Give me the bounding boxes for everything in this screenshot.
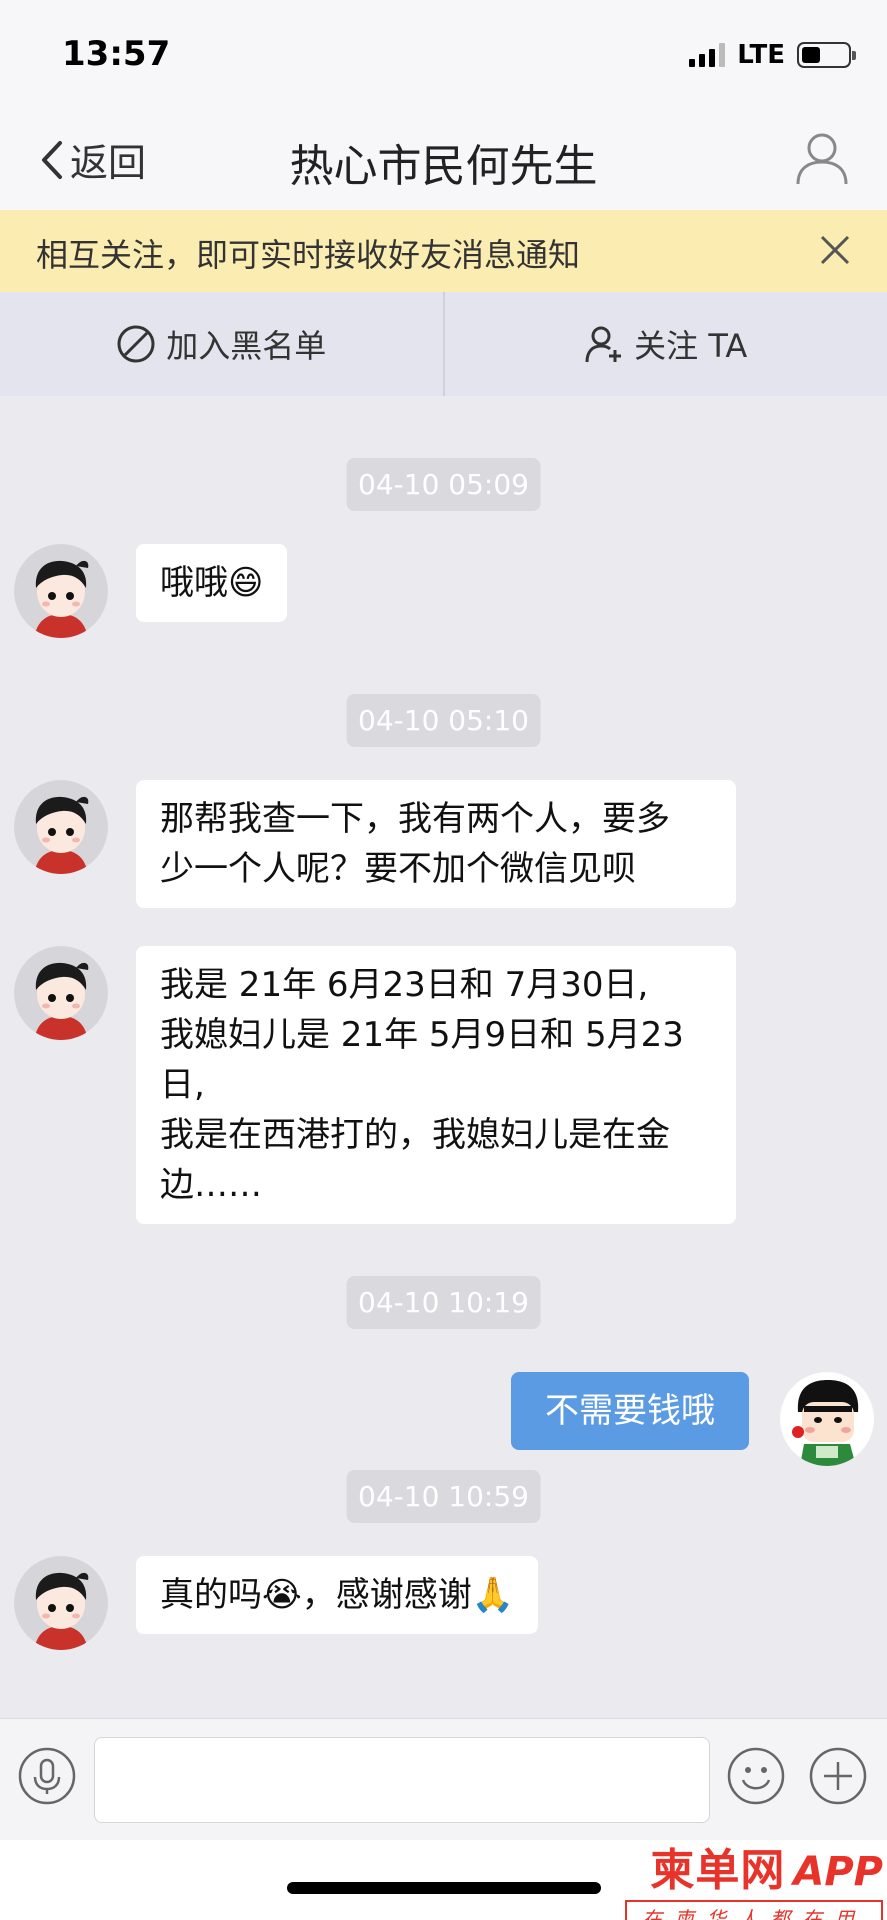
microphone-icon[interactable] — [18, 1747, 76, 1805]
contact-avatar[interactable] — [14, 1556, 108, 1650]
watermark-slogan: 在柬华人都在用 — [625, 1900, 883, 1920]
watermark-logo: 柬单网 APP 在柬华人都在用 — [625, 1834, 883, 1920]
status-indicators: LTE — [689, 40, 856, 70]
message-text-line: 我是在西港打的，我媳妇儿是在金 — [160, 1115, 670, 1155]
close-icon[interactable] — [817, 232, 853, 268]
signal-icon — [689, 43, 726, 67]
blacklist-label: 加入黑名单 — [166, 327, 327, 365]
watermark-brand: 柬单网 — [650, 1845, 786, 1896]
follow-button[interactable]: 关注 TA — [442, 292, 887, 396]
message-input[interactable] — [94, 1737, 710, 1823]
watermark-app: APP — [793, 1849, 883, 1895]
message-text: 真的吗😭，感谢感谢🙏 — [160, 1575, 515, 1615]
message-bubble-self[interactable]: 不需要钱哦 — [511, 1372, 749, 1450]
notice-text: 相互关注，即可实时接收好友消息通知 — [36, 236, 581, 274]
message-input-bar — [0, 1718, 887, 1840]
blacklist-button[interactable]: 加入黑名单 — [0, 292, 443, 396]
battery-icon — [797, 42, 856, 68]
message-timestamp: 04-10 05:10 — [346, 694, 541, 747]
contact-avatar[interactable] — [14, 544, 108, 638]
message-timestamp: 04-10 10:59 — [346, 1470, 541, 1523]
message-text-line: 边…… — [160, 1165, 262, 1205]
emoji-icon[interactable] — [727, 1747, 785, 1805]
nav-bar: 返回 热心市民何先生 — [0, 110, 887, 210]
block-icon — [117, 325, 155, 363]
message-text-line: 日, — [160, 1065, 205, 1105]
status-bar: 13:57 LTE — [0, 0, 887, 110]
contact-avatar[interactable] — [14, 946, 108, 1040]
message-timestamp: 04-10 05:09 — [346, 458, 541, 511]
add-user-icon — [585, 326, 622, 363]
user-profile-icon[interactable] — [795, 130, 849, 186]
message-text-line: 那帮我查一下，我有两个人，要多 — [160, 799, 670, 839]
message-bubble[interactable]: 那帮我查一下，我有两个人，要多 少一个人呢？要不加个微信见呗 — [136, 780, 736, 908]
chat-messages[interactable]: 04-10 05:09 哦哦😄 04-10 05:10 那帮我查一下，我有两个人… — [0, 396, 887, 1718]
bottom-safe-area: 柬单网 APP 在柬华人都在用 — [0, 1840, 887, 1920]
page-title: 热心市民何先生 — [289, 141, 598, 192]
network-label: LTE — [737, 40, 785, 70]
self-avatar[interactable] — [780, 1372, 874, 1466]
message-bubble[interactable]: 真的吗😭，感谢感谢🙏 — [136, 1556, 539, 1634]
message-text-line: 我媳妇儿是 21年 5月9日和 5月23 — [160, 1015, 684, 1055]
message-text-line: 少一个人呢？要不加个微信见呗 — [160, 849, 636, 889]
follow-label: 关注 TA — [634, 327, 748, 365]
action-bar: 加入黑名单 关注 TA — [0, 292, 887, 396]
contact-avatar[interactable] — [14, 780, 108, 874]
follow-notice-banner: 相互关注，即可实时接收好友消息通知 — [0, 210, 887, 292]
status-time: 13:57 — [62, 34, 171, 74]
message-bubble[interactable]: 我是 21年 6月23日和 7月30日, 我媳妇儿是 21年 5月9日和 5月2… — [136, 946, 736, 1224]
message-text: 不需要钱哦 — [545, 1391, 715, 1431]
message-text: 哦哦😄 — [160, 563, 264, 603]
message-bubble[interactable]: 哦哦😄 — [136, 544, 288, 622]
home-indicator[interactable] — [287, 1882, 601, 1894]
message-timestamp: 04-10 10:19 — [346, 1276, 541, 1329]
plus-icon[interactable] — [809, 1747, 867, 1805]
message-text-line: 我是 21年 6月23日和 7月30日, — [160, 965, 649, 1005]
